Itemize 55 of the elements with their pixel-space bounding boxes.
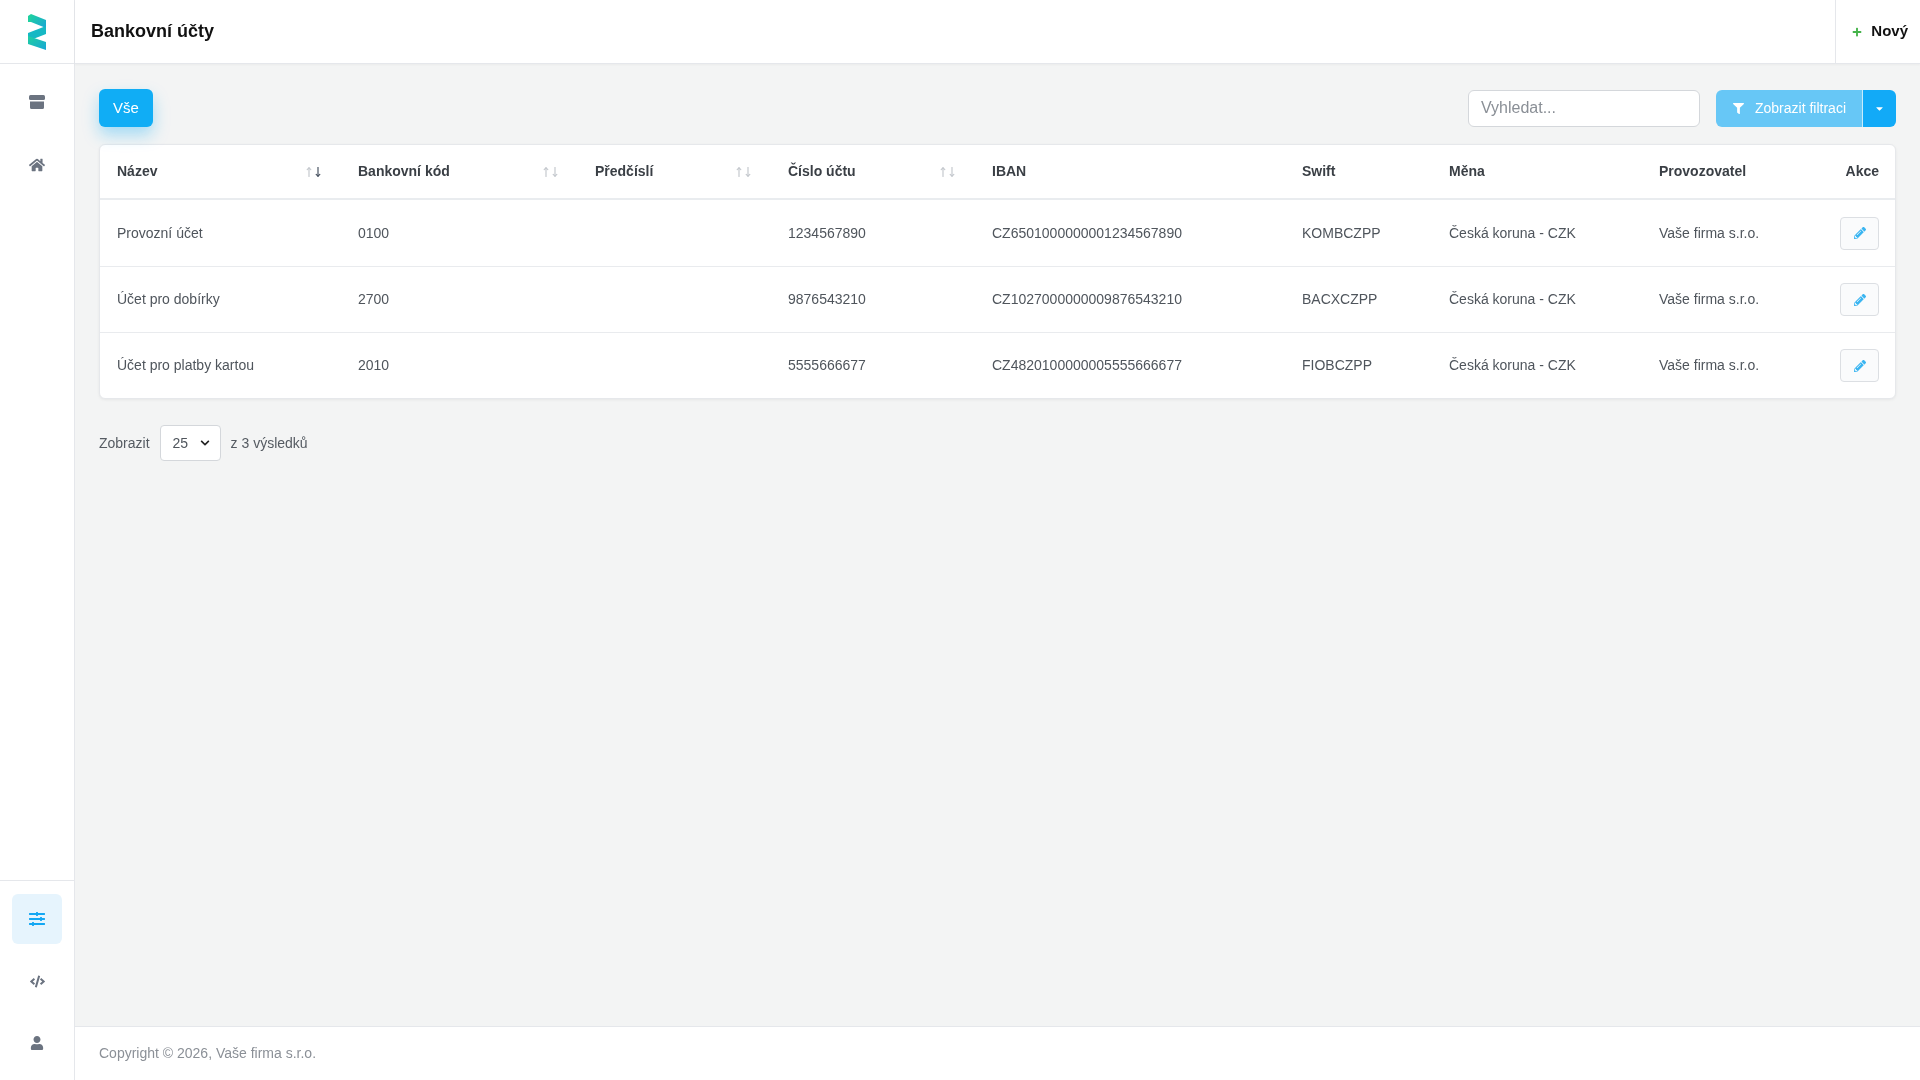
table-cell-text: 9876543210 — [788, 290, 866, 309]
table-cell-text: Česká koruna - CZK — [1449, 223, 1576, 243]
archive-icon — [29, 95, 45, 109]
dropdown-toggle-button[interactable] — [1862, 89, 1896, 127]
column-header: IBAN — [992, 162, 1027, 181]
filter-icon — [1732, 102, 1744, 114]
column-header: Číslo účtu — [788, 161, 856, 181]
table-cell-text: KOMBCZPP — [1302, 223, 1381, 243]
table-cell-text: Provozní účet — [117, 223, 203, 243]
user-icon — [30, 1036, 44, 1050]
code-icon — [29, 973, 45, 989]
table-cell-text: CZ1027000000009876543210 — [992, 290, 1182, 309]
column-header: Akce — [1845, 162, 1879, 181]
sliders-icon — [29, 911, 45, 927]
table-cell-text: Vaše firma s.r.o. — [1659, 223, 1760, 243]
page-size-select[interactable]: 25 — [159, 425, 221, 461]
table-cell-text: Účet pro dobírky — [117, 290, 220, 309]
table-cell-text: FIOBCZPP — [1302, 356, 1372, 375]
sidebar-item[interactable] — [12, 894, 62, 944]
column-header: Provozovatel — [1659, 162, 1747, 181]
table-cell-text: Česká koruna - CZK — [1449, 290, 1576, 309]
copyright-text: Copyright © 2026, Vaše firma s.r.o. — [99, 1044, 317, 1063]
edit-button[interactable] — [1840, 283, 1879, 316]
table-cell-text: Česká koruna - CZK — [1449, 356, 1576, 375]
page-title: Bankovní účty — [91, 20, 215, 43]
table-cell-text: Vaše firma s.r.o. — [1659, 356, 1760, 375]
plus-icon — [1852, 26, 1863, 37]
column-header: Předčíslí — [595, 162, 654, 181]
column-header: Bankovní kód — [358, 162, 450, 181]
home-icon — [29, 157, 45, 173]
edit-button[interactable] — [1840, 216, 1879, 250]
search-field[interactable]: Vyhledat... — [1467, 89, 1700, 127]
pencil-icon — [1853, 359, 1866, 372]
table-cell-text: CZ6501000000001234567890 — [992, 223, 1182, 243]
pencil-icon — [1853, 227, 1866, 239]
column-header: Název — [117, 162, 158, 181]
column-header: Měna — [1449, 162, 1485, 181]
new-button[interactable]: Nový — [1852, 20, 1908, 43]
chevron-down-icon — [199, 438, 210, 448]
column-header: Swift — [1302, 162, 1336, 181]
table-cell-text: 1234567890 — [788, 223, 866, 243]
table-cell-text: Účet pro platby kartou — [117, 356, 254, 375]
table-cell-text: BACXCZPP — [1302, 290, 1378, 309]
table-cell-text: 0100 — [358, 223, 390, 243]
table-cell-text: 2700 — [358, 290, 390, 309]
edit-button[interactable] — [1840, 349, 1879, 382]
app-logo — [28, 13, 46, 50]
table-cell-text: Vaše firma s.r.o. — [1659, 290, 1760, 309]
pencil-icon — [1853, 293, 1866, 306]
table-cell-text: 2010 — [358, 356, 390, 375]
results-count: z 3 výsledků — [230, 433, 308, 453]
table-cell-text: CZ4820100000005555666677 — [992, 356, 1182, 375]
table-cell-text: 5555666677 — [788, 356, 866, 375]
page-size-label: Zobrazit — [99, 433, 150, 453]
sort-arrows-icon[interactable] — [306, 166, 321, 177]
